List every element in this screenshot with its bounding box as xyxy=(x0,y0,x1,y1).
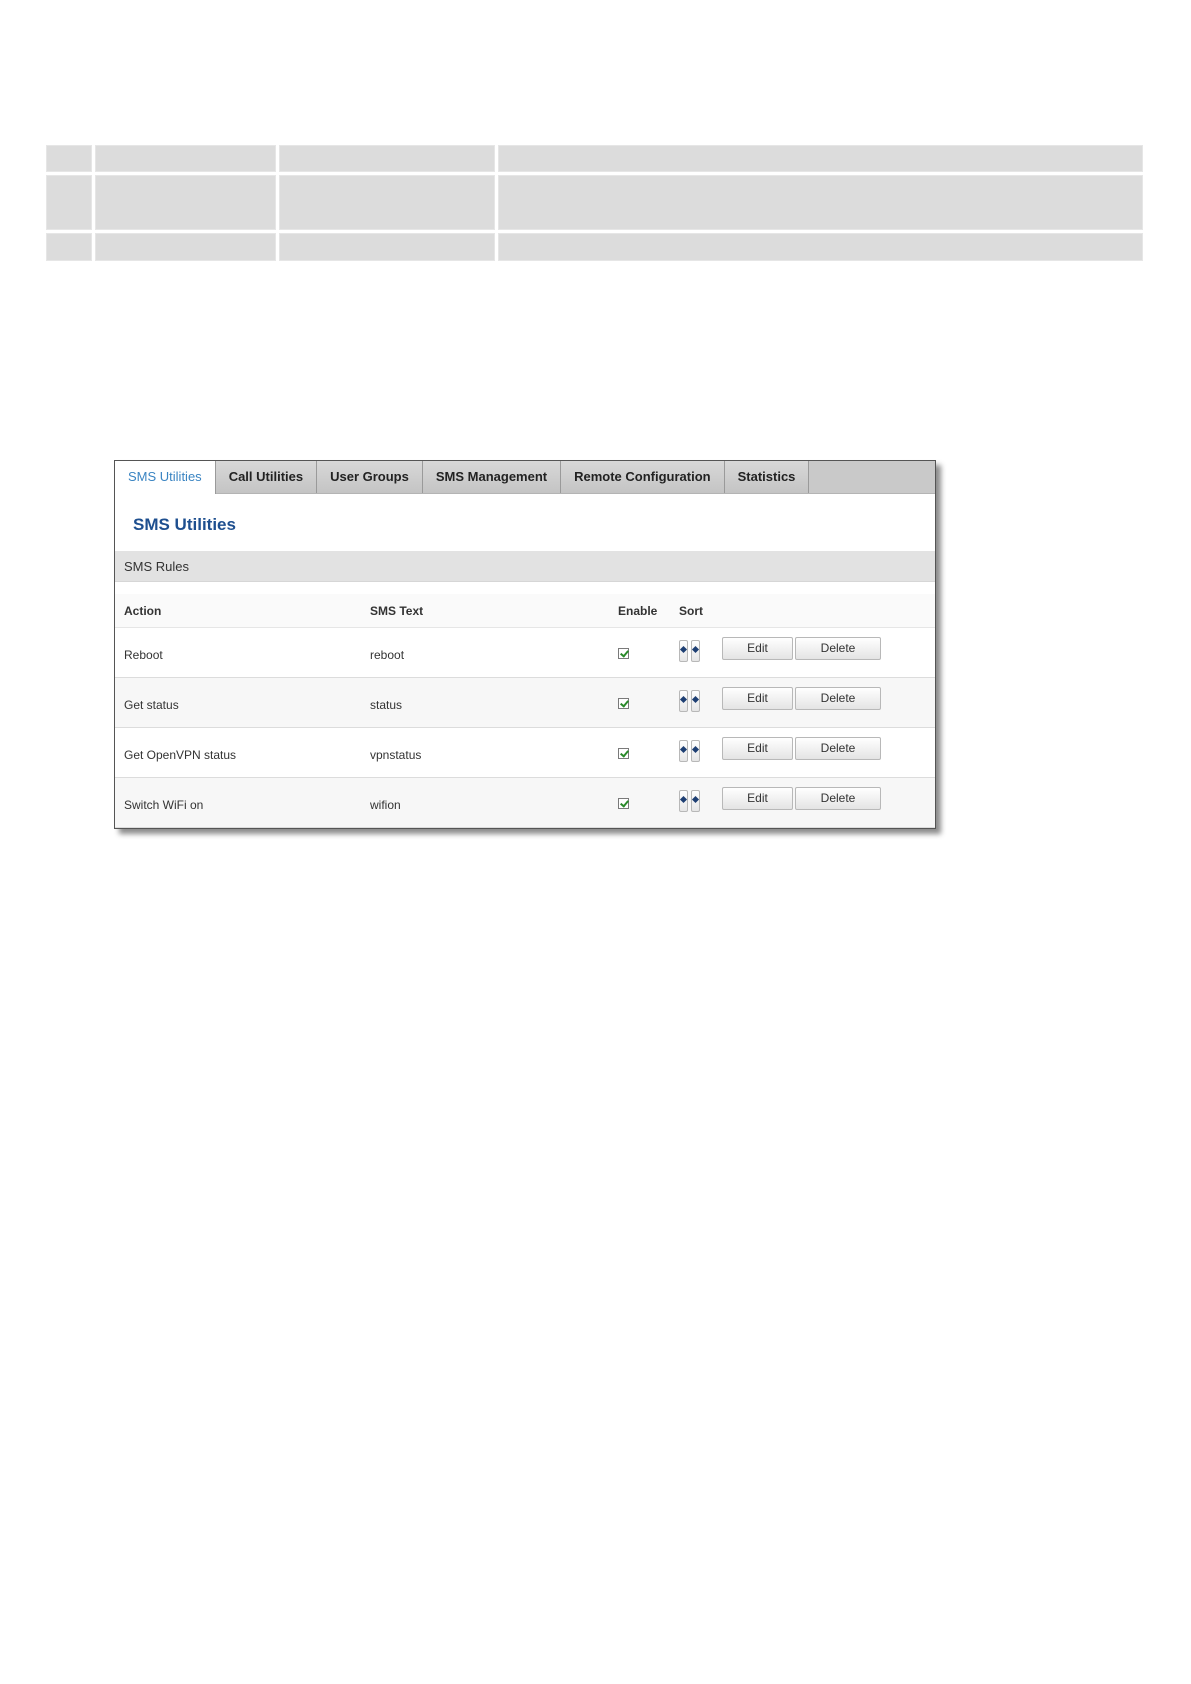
delete-button[interactable]: Delete xyxy=(795,637,881,660)
enable-checkbox-icon[interactable] xyxy=(618,748,629,759)
reference-table-cell xyxy=(95,233,276,261)
reference-table-cell xyxy=(498,145,1143,172)
reference-table-cell xyxy=(95,145,276,172)
rule-action: Reboot xyxy=(124,648,163,662)
delete-button[interactable]: Delete xyxy=(795,737,881,760)
section-title: SMS Rules xyxy=(124,559,190,574)
sort-up-icon[interactable] xyxy=(679,640,688,662)
column-header-enable: Enable xyxy=(618,604,658,618)
rule-action: Get OpenVPN status xyxy=(124,748,237,762)
reference-table-cell xyxy=(498,233,1143,261)
column-header-sort: Sort xyxy=(679,604,703,618)
rule-sms-text: wifion xyxy=(370,798,401,812)
enable-checkbox-icon[interactable] xyxy=(618,698,629,709)
reference-table xyxy=(46,145,1146,264)
tab-remote-configuration[interactable]: Remote Configuration xyxy=(561,461,725,493)
reference-table-cell xyxy=(498,175,1143,230)
table-row: Get OpenVPN status vpnstatus Edit Delete xyxy=(115,728,935,778)
table-header: Action SMS Text Enable Sort xyxy=(115,594,935,628)
tab-bar: SMS Utilities Call Utilities User Groups… xyxy=(115,461,935,494)
reference-table-cell xyxy=(95,175,276,230)
table-row: Switch WiFi on wifion Edit Delete xyxy=(115,778,935,828)
rule-action: Get status xyxy=(124,698,179,712)
sort-up-icon[interactable] xyxy=(679,690,688,712)
reference-table-row xyxy=(46,233,1146,261)
sort-down-icon[interactable] xyxy=(691,740,700,762)
sort-up-icon[interactable] xyxy=(679,790,688,812)
edit-button[interactable]: Edit xyxy=(722,687,793,710)
delete-button[interactable]: Delete xyxy=(795,787,881,810)
enable-checkbox-icon[interactable] xyxy=(618,648,629,659)
sms-utilities-window: SMS Utilities Call Utilities User Groups… xyxy=(114,460,936,829)
sort-down-icon[interactable] xyxy=(691,640,700,662)
tab-call-utilities[interactable]: Call Utilities xyxy=(215,461,318,493)
sort-up-icon[interactable] xyxy=(679,740,688,762)
edit-button[interactable]: Edit xyxy=(722,637,793,660)
edit-button[interactable]: Edit xyxy=(722,737,793,760)
edit-button[interactable]: Edit xyxy=(722,787,793,810)
column-header-sms-text: SMS Text xyxy=(370,604,424,618)
reference-table-cell xyxy=(279,233,495,261)
delete-button[interactable]: Delete xyxy=(795,687,881,710)
reference-table-cell xyxy=(46,233,92,261)
reference-table-row xyxy=(46,145,1146,172)
section-header: SMS Rules xyxy=(115,551,935,582)
tab-sms-management[interactable]: SMS Management xyxy=(422,461,562,493)
table-row: Get status status Edit Delete xyxy=(115,678,935,728)
rule-sms-text: status xyxy=(370,698,403,712)
enable-checkbox-icon[interactable] xyxy=(618,798,629,809)
sort-down-icon[interactable] xyxy=(691,790,700,812)
reference-table-cell xyxy=(279,175,495,230)
sort-down-icon[interactable] xyxy=(691,690,700,712)
column-header-action: Action xyxy=(124,604,162,618)
rule-sms-text: vpnstatus xyxy=(370,748,422,762)
tab-sms-utilities[interactable]: SMS Utilities xyxy=(115,461,216,494)
reference-table-row xyxy=(46,175,1146,230)
table-row: Reboot reboot Edit Delete xyxy=(115,628,935,678)
page-title: SMS Utilities xyxy=(133,515,236,534)
reference-table-cell xyxy=(46,145,92,172)
reference-table-cell xyxy=(279,145,495,172)
sms-rules-table: Action SMS Text Enable Sort Reboot reboo… xyxy=(115,594,935,828)
reference-table-cell xyxy=(46,175,92,230)
rule-sms-text: reboot xyxy=(370,648,405,662)
tab-user-groups[interactable]: User Groups xyxy=(317,461,423,493)
tab-statistics[interactable]: Statistics xyxy=(724,461,810,493)
rule-action: Switch WiFi on xyxy=(124,798,204,812)
